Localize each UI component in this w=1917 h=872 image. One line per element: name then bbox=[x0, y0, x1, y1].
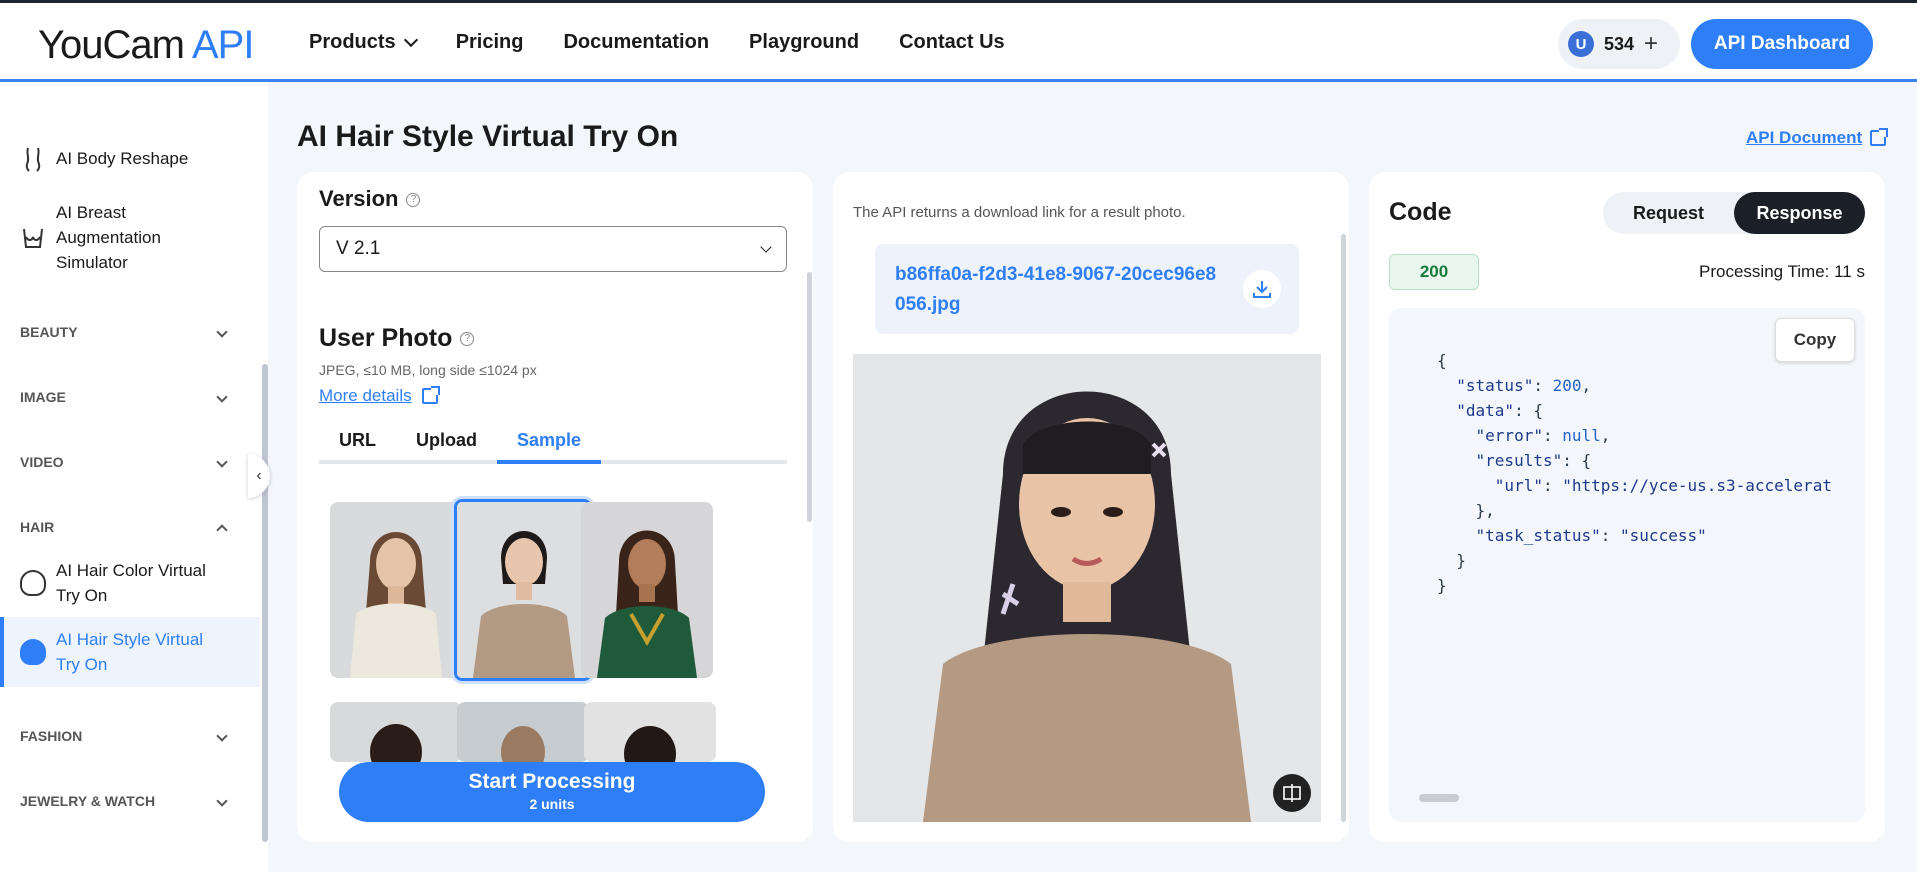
result-description: The API returns a download link for a re… bbox=[853, 204, 1186, 221]
photo-source-tabs: URL Upload Sample bbox=[319, 422, 787, 464]
sidebar: AI Body Reshape AI Breast Augmentation S… bbox=[0, 82, 268, 872]
sample-photo[interactable] bbox=[457, 702, 589, 762]
download-icon[interactable] bbox=[1243, 270, 1281, 308]
body-icon bbox=[25, 147, 41, 172]
api-document-link[interactable]: API Document bbox=[1746, 128, 1889, 148]
version-select[interactable]: V 2.1 bbox=[319, 226, 787, 272]
code-horizontal-scrollbar[interactable] bbox=[1419, 794, 1459, 802]
sidebar-item-body-reshape[interactable]: AI Body Reshape bbox=[0, 146, 260, 172]
code-panel: Code Request Response 200 Processing Tim… bbox=[1369, 172, 1885, 842]
sample-photo[interactable] bbox=[330, 502, 462, 678]
sample-photo[interactable] bbox=[581, 502, 713, 678]
code-view-toggle: Request Response bbox=[1603, 192, 1865, 234]
sample-photo-selected[interactable] bbox=[454, 499, 592, 681]
result-photo bbox=[853, 354, 1321, 822]
logo[interactable]: YouCam API bbox=[38, 23, 254, 68]
top-navbar: YouCam API Products Pricing Documentation… bbox=[0, 0, 1917, 82]
tab-url[interactable]: URL bbox=[319, 422, 396, 460]
tab-request[interactable]: Request bbox=[1603, 192, 1734, 234]
start-processing-button[interactable]: Start Processing 2 units bbox=[339, 762, 765, 822]
result-panel: The API returns a download link for a re… bbox=[833, 172, 1349, 842]
sidebar-item-hair-style[interactable]: AI Hair Style Virtual Try On bbox=[0, 617, 260, 687]
input-panel: Version? V 2.1 User Photo? JPEG, ≤10 MB,… bbox=[297, 172, 813, 842]
chevron-down-icon bbox=[216, 391, 228, 403]
help-icon[interactable]: ? bbox=[406, 193, 421, 208]
chevron-down-icon bbox=[760, 240, 772, 253]
section-jewelry-watch[interactable]: JEWELRY & WATCH bbox=[20, 793, 240, 809]
external-link-icon bbox=[421, 386, 440, 404]
add-units-icon[interactable]: + bbox=[1644, 30, 1658, 58]
chevron-down-icon bbox=[216, 795, 228, 807]
user-photo-hint: JPEG, ≤10 MB, long side ≤1024 px bbox=[319, 362, 537, 378]
chevron-down-icon bbox=[403, 32, 418, 48]
response-code-block: Copy { "status": 200, "data": { "error":… bbox=[1389, 308, 1865, 822]
torso-icon bbox=[23, 228, 43, 248]
nav-documentation[interactable]: Documentation bbox=[563, 31, 709, 54]
result-file-link[interactable]: b86ffa0a-f2d3-41e8-9067-20cec96e8056.jpg bbox=[875, 244, 1299, 334]
processing-time: Processing Time: 11 s bbox=[1699, 262, 1865, 281]
code-title: Code bbox=[1389, 198, 1452, 226]
result-panel-scrollbar[interactable] bbox=[1341, 234, 1346, 822]
chevron-down-icon bbox=[216, 730, 228, 742]
main-nav: Products Pricing Documentation Playgroun… bbox=[309, 31, 1005, 54]
section-video[interactable]: VIDEO bbox=[20, 454, 240, 470]
sample-photo[interactable] bbox=[584, 702, 716, 762]
units-icon: U bbox=[1568, 31, 1594, 57]
response-json: { "status": 200, "data": { "error": null… bbox=[1437, 351, 1832, 595]
input-panel-scrollbar[interactable] bbox=[807, 272, 812, 522]
units-balance[interactable]: U 534 + bbox=[1558, 19, 1680, 69]
compare-icon[interactable] bbox=[1273, 774, 1311, 812]
chevron-down-icon bbox=[216, 326, 228, 338]
units-count: 534 bbox=[1604, 33, 1635, 54]
chevron-down-icon bbox=[216, 456, 228, 468]
page-title: AI Hair Style Virtual Try On bbox=[297, 120, 679, 153]
api-dashboard-button[interactable]: API Dashboard bbox=[1691, 19, 1873, 69]
sample-photo[interactable] bbox=[330, 702, 462, 762]
nav-products[interactable]: Products bbox=[309, 31, 418, 54]
external-link-icon bbox=[1870, 128, 1889, 146]
user-photo-title: User Photo? bbox=[319, 324, 475, 353]
tab-upload[interactable]: Upload bbox=[396, 422, 497, 460]
sidebar-scrollbar[interactable] bbox=[262, 364, 268, 842]
more-details-link[interactable]: More details bbox=[319, 386, 440, 406]
chevron-up-icon bbox=[216, 524, 228, 536]
help-icon[interactable]: ? bbox=[460, 332, 475, 347]
hair-style-icon bbox=[20, 639, 46, 665]
tab-response[interactable]: Response bbox=[1734, 192, 1865, 234]
hair-icon bbox=[20, 570, 46, 596]
section-fashion[interactable]: FASHION bbox=[20, 728, 240, 744]
sidebar-item-breast-augmentation[interactable]: AI Breast Augmentation Simulator bbox=[0, 200, 260, 275]
version-label: Version? bbox=[319, 186, 421, 212]
nav-pricing[interactable]: Pricing bbox=[456, 31, 524, 54]
nav-contact-us[interactable]: Contact Us bbox=[899, 31, 1005, 54]
status-badge: 200 bbox=[1389, 254, 1479, 290]
sidebar-item-hair-color[interactable]: AI Hair Color Virtual Try On bbox=[0, 552, 260, 614]
nav-playground[interactable]: Playground bbox=[749, 31, 859, 54]
section-image[interactable]: IMAGE bbox=[20, 389, 240, 405]
section-beauty[interactable]: BEAUTY bbox=[20, 324, 240, 340]
section-hair[interactable]: HAIR bbox=[20, 519, 240, 536]
tab-sample[interactable]: Sample bbox=[497, 422, 602, 464]
